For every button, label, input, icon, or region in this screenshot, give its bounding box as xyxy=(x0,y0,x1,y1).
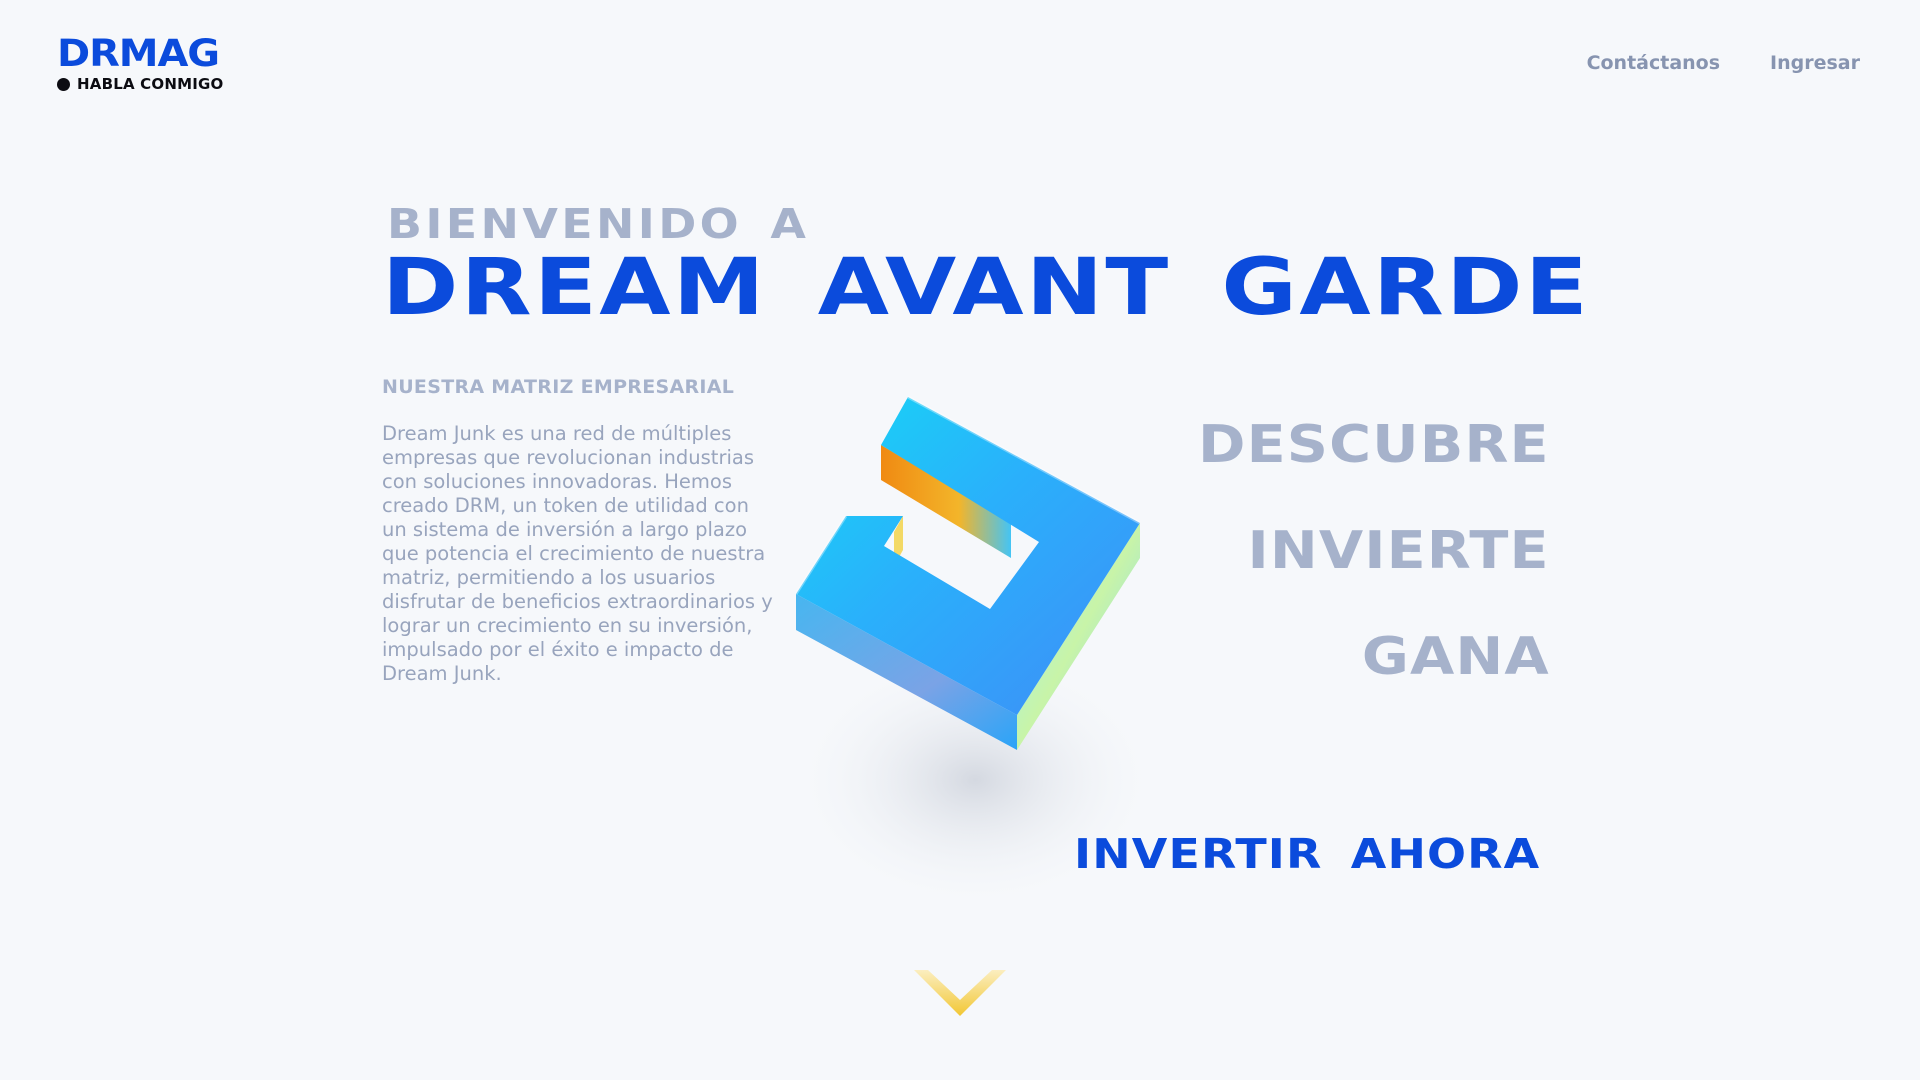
brand-title: DREAM AVANT GARDE xyxy=(382,243,1591,333)
logo[interactable]: DRMAG HABLA CONMIGO xyxy=(57,34,223,93)
logo-tagline: HABLA CONMIGO xyxy=(77,75,224,93)
nav-link-contact[interactable]: Contáctanos xyxy=(1587,52,1720,74)
dot-icon xyxy=(57,77,70,91)
word-earn: GANA xyxy=(1362,627,1550,687)
section-label: NUESTRA MATRIZ EMPRESARIAL xyxy=(382,376,735,398)
description-text: Dream Junk es una red de múltiples empre… xyxy=(382,422,773,685)
top-nav: Contáctanos Ingresar xyxy=(1587,52,1860,74)
nav-link-login[interactable]: Ingresar xyxy=(1770,52,1860,74)
landing-page: DRMAG HABLA CONMIGO Contáctanos Ingresar… xyxy=(0,0,1920,1080)
logo-wordmark: DRMAG xyxy=(57,32,220,75)
invest-now-button[interactable]: INVERTIR AHORA xyxy=(1074,830,1540,878)
logo-tagline-row: HABLA CONMIGO xyxy=(57,75,223,93)
chevron-down-icon[interactable] xyxy=(914,966,1006,1018)
word-discover: DESCUBRE xyxy=(1198,415,1550,475)
welcome-heading: BIENVENIDO A xyxy=(387,200,810,248)
word-invest: INVIERTE xyxy=(1247,521,1550,581)
